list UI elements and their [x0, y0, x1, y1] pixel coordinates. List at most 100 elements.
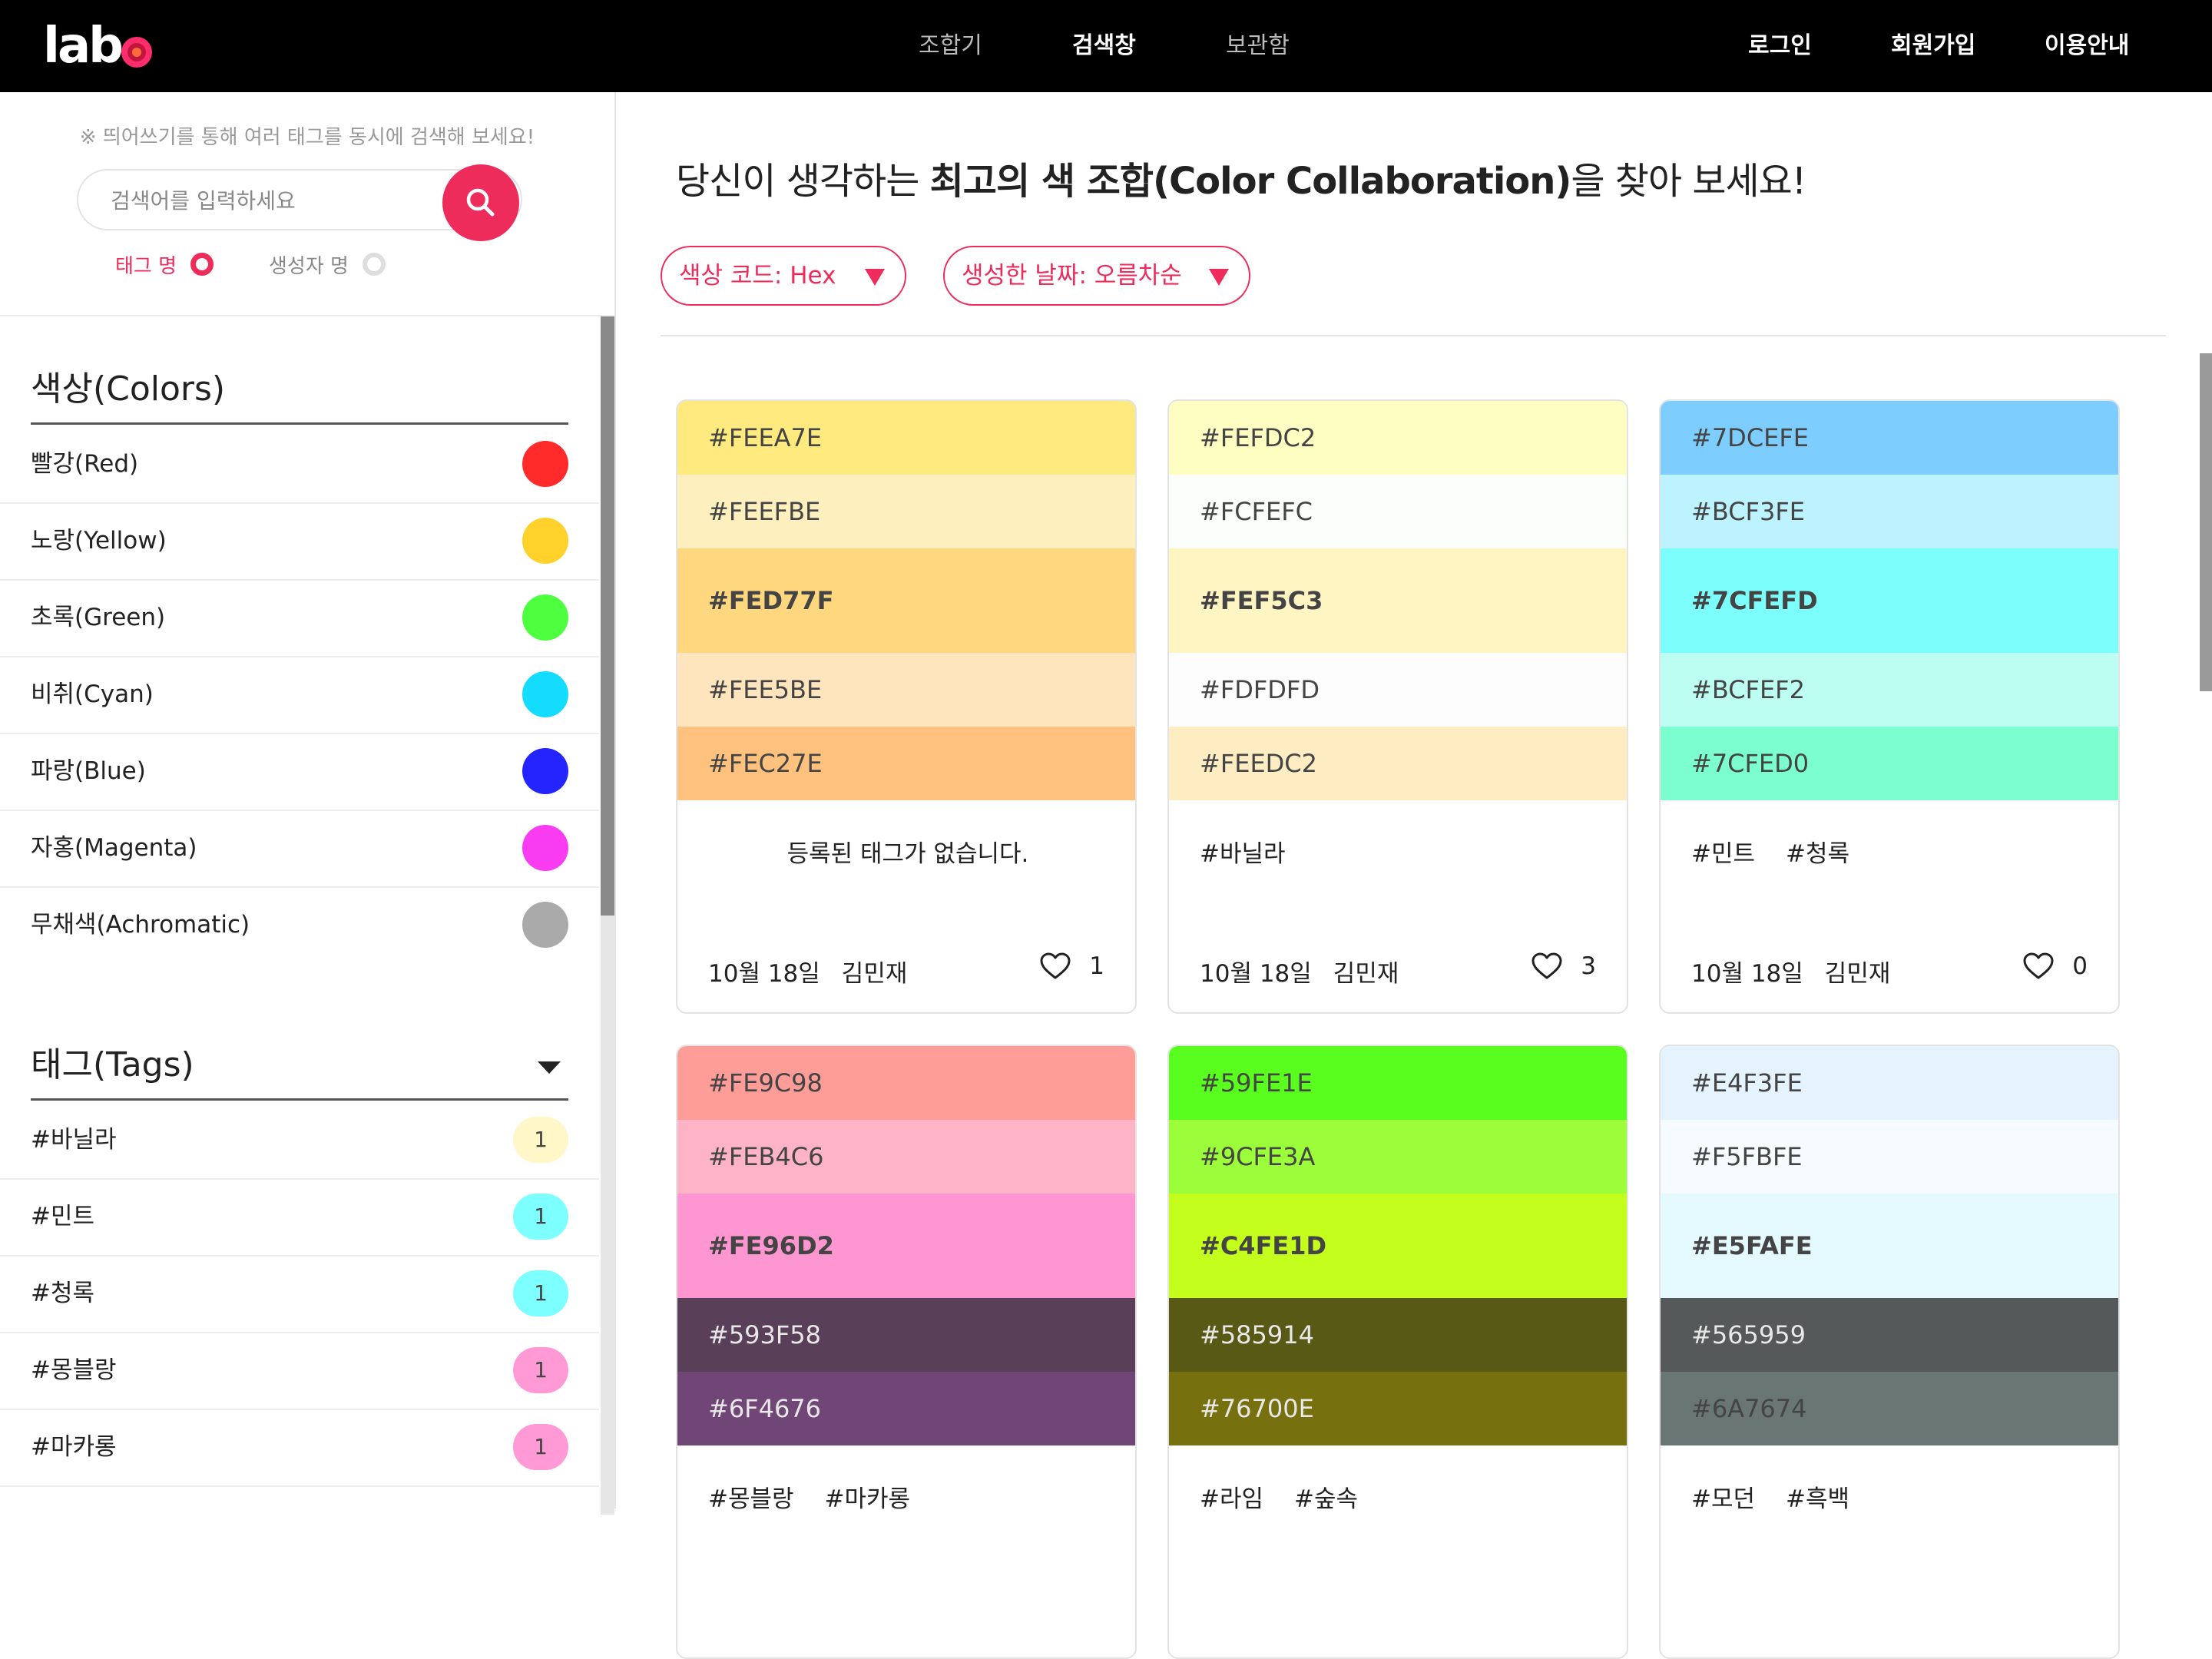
- logo[interactable]: lab: [43, 15, 152, 77]
- heart-icon: [2023, 952, 2054, 979]
- date-sort-filter-select[interactable]: 생성한 날짜: 오름차순: [943, 246, 1250, 306]
- card-tag[interactable]: #라임: [1200, 1485, 1263, 1513]
- like-button[interactable]: 3: [1532, 951, 1596, 982]
- palette-card[interactable]: #59FE1E #9CFE3A #C4FE1D #585914 #76700E #라임 #숲…: [1167, 1045, 1628, 1659]
- card-tag[interactable]: #흑백: [1786, 1485, 1849, 1513]
- card-meta: 10월 18일 김민재: [1200, 954, 1399, 988]
- palette-card[interactable]: #E4F3FE #F5FBFE #E5FAFE #565959 #6A7674 #모던 #흑…: [1659, 1045, 2120, 1659]
- color-item-magenta[interactable]: 자홍(Magenta): [0, 810, 599, 888]
- color-band[interactable]: #FEEFBE: [677, 475, 1135, 548]
- colors-section-rule: [31, 422, 568, 425]
- logo-ring-icon: [121, 37, 152, 68]
- color-code-filter-select[interactable]: 색상 코드: Hex: [661, 246, 906, 306]
- tag-item-montblanc[interactable]: #몽블랑 1: [0, 1332, 599, 1410]
- nav-guide[interactable]: 이용안내: [2045, 0, 2129, 92]
- color-band[interactable]: #C4FE1D: [1169, 1194, 1627, 1298]
- color-band[interactable]: #565959: [1661, 1298, 2118, 1372]
- card-tag[interactable]: #마카롱: [825, 1485, 911, 1513]
- color-band[interactable]: #E5FAFE: [1661, 1194, 2118, 1298]
- no-tags-message: 등록된 태그가 없습니다.: [786, 840, 1029, 868]
- search-option-creator-label: 생성자 명: [269, 254, 349, 278]
- palette-card[interactable]: #7DCEFE #BCF3FE #7CFEFD #BCFEF2 #7CFED0 #민트 #청…: [1659, 399, 2120, 1014]
- palette-card[interactable]: #FEFDC2 #FCFEFC #FEF5C3 #FDFDFD #FEEDC2 #바닐라 1…: [1167, 399, 1628, 1014]
- like-button[interactable]: 1: [1040, 951, 1104, 982]
- card-tag[interactable]: #몽블랑: [708, 1485, 794, 1513]
- sidebar-scrollbar-thumb[interactable]: [601, 316, 614, 916]
- card-tag[interactable]: #민트: [1691, 840, 1755, 868]
- palette-card[interactable]: #FE9C98 #FEB4C6 #FE96D2 #593F58 #6F4676 #몽블랑 #…: [676, 1045, 1137, 1659]
- logo-text: lab: [43, 18, 124, 75]
- color-band[interactable]: #E4F3FE: [1661, 1046, 2118, 1120]
- color-band[interactable]: #FEEDC2: [1169, 727, 1627, 800]
- color-band[interactable]: #FEEA7E: [677, 401, 1135, 475]
- color-band[interactable]: #593F58: [677, 1298, 1135, 1372]
- color-item-label: 빨강(Red): [31, 450, 139, 478]
- search-option-tag[interactable]: 태그 명: [115, 249, 214, 280]
- color-band[interactable]: #9CFE3A: [1169, 1120, 1627, 1194]
- tag-item-vanilla[interactable]: #바닐라 1: [0, 1101, 599, 1180]
- color-band[interactable]: #F5FBFE: [1661, 1120, 2118, 1194]
- tag-item-label: #마카롱: [31, 1433, 117, 1461]
- color-band[interactable]: #7DCEFE: [1661, 401, 2118, 475]
- like-button[interactable]: 0: [2023, 951, 2088, 982]
- search-input[interactable]: [109, 171, 458, 230]
- color-band[interactable]: #7CFEFD: [1661, 548, 2118, 653]
- radio-unselected-icon[interactable]: [362, 253, 386, 276]
- color-band[interactable]: #FE96D2: [677, 1194, 1135, 1298]
- color-band[interactable]: #59FE1E: [1169, 1046, 1627, 1120]
- color-item-blue[interactable]: 파랑(Blue): [0, 733, 599, 811]
- color-band[interactable]: #585914: [1169, 1298, 1627, 1372]
- color-band[interactable]: #FCFEFC: [1169, 475, 1627, 548]
- tag-item-mint[interactable]: #민트 1: [0, 1178, 599, 1257]
- nav-search[interactable]: 검색창: [1072, 0, 1136, 92]
- color-band[interactable]: #FEFDC2: [1169, 401, 1627, 475]
- search-option-creator[interactable]: 생성자 명: [269, 249, 386, 280]
- color-band[interactable]: #FEF5C3: [1169, 548, 1627, 653]
- color-band[interactable]: #FEC27E: [677, 727, 1135, 800]
- color-item-green[interactable]: 초록(Green): [0, 579, 599, 657]
- tags-collapse-caret-icon[interactable]: [538, 1061, 561, 1074]
- color-band[interactable]: #76700E: [1169, 1372, 1627, 1445]
- color-band[interactable]: #BCF3FE: [1661, 475, 2118, 548]
- color-item-label: 무채색(Achromatic): [31, 911, 250, 939]
- card-tag[interactable]: #청록: [1786, 840, 1849, 868]
- color-band[interactable]: #FED77F: [677, 548, 1135, 653]
- card-author[interactable]: 김민재: [1825, 960, 1891, 988]
- palette-card[interactable]: #FEEA7E #FEEFBE #FED77F #FEE5BE #FEC27E 등록된 태…: [676, 399, 1137, 1014]
- nav-login[interactable]: 로그인: [1748, 0, 1812, 92]
- tag-item-label: #청록: [31, 1280, 95, 1307]
- color-band[interactable]: #BCFEF2: [1661, 653, 2118, 727]
- tag-item-label: #민트: [31, 1203, 95, 1230]
- main-divider: [661, 335, 2166, 336]
- color-item-red[interactable]: 빨강(Red): [0, 426, 599, 504]
- card-author[interactable]: 김민재: [842, 960, 908, 988]
- tag-item-teal[interactable]: #청록 1: [0, 1255, 599, 1333]
- color-band[interactable]: #FDFDFD: [1169, 653, 1627, 727]
- color-band[interactable]: #6F4676: [677, 1372, 1135, 1445]
- color-band[interactable]: #6A7674: [1661, 1372, 2118, 1445]
- color-band[interactable]: #7CFED0: [1661, 727, 2118, 800]
- nav-combiner[interactable]: 조합기: [919, 0, 982, 92]
- tag-count-badge: 1: [513, 1424, 568, 1470]
- radio-selected-icon[interactable]: [190, 253, 214, 276]
- nav-signup[interactable]: 회원가입: [1891, 0, 1975, 92]
- card-author[interactable]: 김민재: [1333, 960, 1399, 988]
- color-item-yellow[interactable]: 노랑(Yellow): [0, 502, 599, 581]
- card-tag[interactable]: #숲속: [1294, 1485, 1358, 1513]
- color-band[interactable]: #FEE5BE: [677, 653, 1135, 727]
- color-item-label: 비취(Cyan): [31, 680, 154, 708]
- card-tags: #몽블랑 #마카롱: [708, 1479, 941, 1514]
- tag-item-macaron[interactable]: #마카롱 1: [0, 1409, 599, 1487]
- color-band[interactable]: #FEB4C6: [677, 1120, 1135, 1194]
- color-band[interactable]: #FE9C98: [677, 1046, 1135, 1120]
- color-item-achromatic[interactable]: 무채색(Achromatic): [0, 886, 599, 963]
- tag-count-badge: 1: [513, 1270, 568, 1316]
- nav-storage[interactable]: 보관함: [1226, 0, 1290, 92]
- colors-section-title: 색상(Colors): [31, 369, 226, 409]
- search-button[interactable]: [442, 164, 519, 241]
- card-tag[interactable]: #모던: [1691, 1485, 1755, 1513]
- page-scrollbar-thumb[interactable]: [2200, 353, 2212, 691]
- color-item-label: 자홍(Magenta): [31, 834, 197, 862]
- card-tag[interactable]: #바닐라: [1200, 840, 1286, 868]
- color-item-cyan[interactable]: 비취(Cyan): [0, 656, 599, 734]
